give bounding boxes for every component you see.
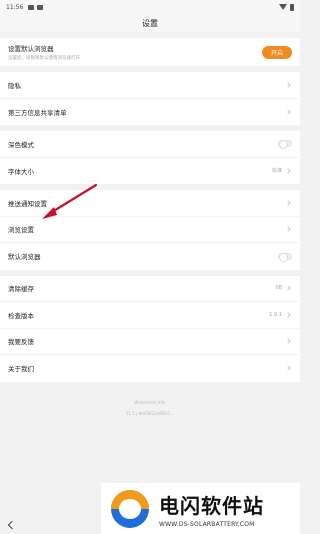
wifi-icon	[279, 4, 287, 10]
row-label: 隐私	[8, 81, 21, 90]
row-clear-cache[interactable]: 清除缓存 0B	[0, 276, 300, 302]
row-dark-mode[interactable]: 深色模式	[0, 131, 300, 158]
chevron-right-icon	[285, 365, 291, 372]
enable-button[interactable]: 开启	[262, 45, 292, 59]
row-check-version[interactable]: 检查版本 1.9.1	[0, 302, 300, 329]
settings-group-misc: 清除缓存 0B 检查版本 1.9.1 我要反馈 关于我们	[0, 275, 300, 382]
row-browse-settings[interactable]: 浏览设置	[0, 217, 300, 243]
status-bar: 11:56	[0, 0, 300, 14]
title-bar: 设置	[0, 14, 300, 32]
chevron-right-icon	[285, 167, 291, 174]
row-privacy[interactable]: 隐私	[0, 72, 300, 99]
banner-subtitle: 设置后，链接将默认使用浏览器打开	[8, 56, 80, 61]
settings-group-privacy: 隐私 第三方信息共享清单	[0, 72, 300, 125]
footer-info: Watermark Info 11.5 | 8dd3022e8f0c1...	[0, 400, 300, 416]
row-third-party-list[interactable]: 第三方信息共享清单	[0, 99, 300, 126]
status-time: 11:56	[6, 3, 24, 11]
row-about-us[interactable]: 关于我们	[0, 355, 300, 382]
row-label: 推送通知设置	[8, 199, 47, 208]
footer-line-1: Watermark Info	[134, 399, 166, 405]
font-size-value: 标准	[271, 168, 282, 175]
footer-line-2: 11.5 | 8dd3022e8f0c1...	[125, 410, 175, 416]
notification-icon	[37, 4, 44, 10]
settings-group-display: 深色模式 字体大小 标准	[0, 131, 300, 184]
dark-mode-toggle[interactable]	[278, 140, 292, 150]
cache-size-value: 0B	[275, 285, 282, 292]
chevron-right-icon	[285, 108, 291, 115]
default-browser-toggle[interactable]	[278, 252, 292, 262]
default-browser-banner: 设置默认浏览器 设置后，链接将默认使用浏览器打开 开启	[0, 38, 300, 66]
banner-title: 设置默认浏览器	[8, 45, 54, 53]
row-label: 我要反馈	[8, 338, 34, 347]
watermark-logo-icon	[111, 489, 149, 528]
row-default-browser[interactable]: 默认浏览器	[0, 243, 300, 270]
chevron-right-icon	[285, 199, 291, 206]
row-label: 关于我们	[8, 365, 34, 374]
chevron-right-icon	[285, 81, 291, 88]
page-title: 设置	[142, 18, 158, 28]
chevron-right-icon	[285, 285, 291, 292]
notification-icon	[28, 4, 35, 10]
row-label: 第三方信息共享清单	[8, 108, 67, 117]
row-label: 浏览设置	[8, 226, 34, 235]
battery-icon	[290, 3, 294, 11]
row-label: 清除缓存	[8, 285, 34, 294]
row-label: 检查版本	[8, 311, 34, 320]
watermark-name: 电闪软件站	[159, 493, 264, 518]
watermark-url: WWW.DS-SOLARBATTERY.COM	[159, 520, 255, 528]
site-watermark: 电闪软件站 WWW.DS-SOLARBATTERY.COM	[101, 483, 300, 534]
settings-group-browser: 推送通知设置 浏览设置 默认浏览器	[0, 190, 300, 270]
back-icon[interactable]	[7, 520, 17, 530]
row-feedback[interactable]: 我要反馈	[0, 329, 300, 355]
row-push-notifications[interactable]: 推送通知设置	[0, 190, 300, 217]
row-label: 深色模式	[8, 140, 34, 149]
chevron-right-icon	[285, 338, 291, 345]
version-value: 1.9.1	[269, 311, 282, 318]
row-font-size[interactable]: 字体大小 标准	[0, 158, 300, 185]
chevron-right-icon	[285, 311, 291, 318]
chevron-right-icon	[285, 226, 291, 233]
row-label: 字体大小	[8, 167, 34, 176]
row-label: 默认浏览器	[8, 253, 41, 262]
